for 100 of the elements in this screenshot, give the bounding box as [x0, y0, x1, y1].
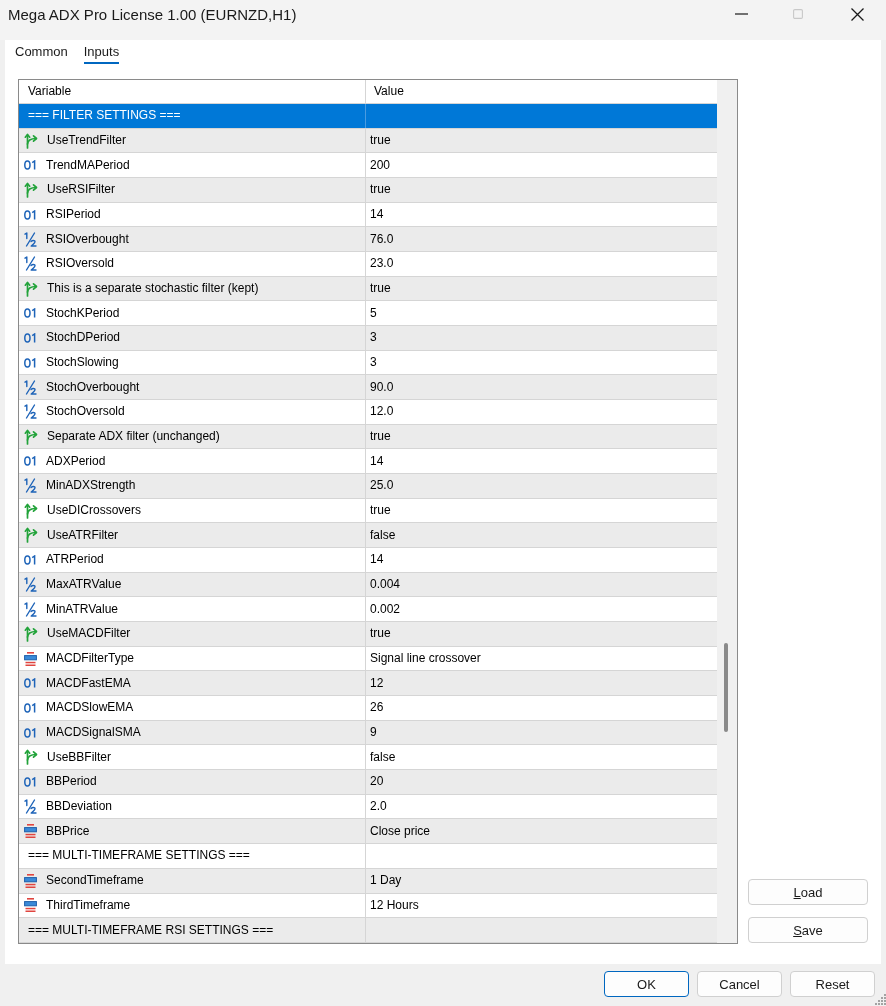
fraction-icon: [24, 231, 37, 247]
variable-name: StochSlowing: [46, 355, 119, 371]
table-row[interactable]: BBPeriod 20: [19, 770, 717, 795]
branch-arrow-icon: [24, 132, 38, 149]
scrollbar-thumb[interactable]: [724, 643, 728, 732]
table-row[interactable]: ThirdTimeframe 12 Hours: [19, 893, 717, 919]
dialog-button[interactable]: Reset: [790, 971, 875, 997]
resize-grip-icon[interactable]: [875, 993, 886, 1005]
number-icon: [24, 678, 37, 689]
number-icon: [24, 357, 37, 368]
variable-value: true: [370, 503, 391, 519]
table-row[interactable]: === MULTI-TIMEFRAME SETTINGS ===: [19, 844, 717, 869]
variable-value: 14: [370, 552, 384, 568]
table-row[interactable]: TrendMAPeriod 200: [19, 153, 717, 178]
table-row[interactable]: MACDFastEMA 12: [19, 671, 717, 697]
number-icon: [24, 554, 37, 565]
variable-name: ATRPeriod: [46, 552, 104, 568]
table-row[interactable]: MinATRValue 0.002: [19, 597, 717, 623]
column-header: Value: [373, 83, 405, 100]
variable-value: 76.0: [370, 231, 394, 247]
table-row[interactable]: StochOversold 12.0: [19, 400, 717, 425]
variable-value: 12.0: [370, 404, 394, 420]
table-row[interactable]: UseMACDFilter true: [19, 622, 717, 647]
close-button[interactable]: [851, 7, 864, 21]
variable-value: 3: [370, 355, 377, 371]
table-row[interactable]: StochDPeriod 3: [19, 326, 717, 351]
table-row[interactable]: MACDFilterType Signal line crossover: [19, 646, 717, 672]
table-row[interactable]: RSIOverbought 76.0: [19, 227, 717, 253]
table-row[interactable]: MinADXStrength 25.0: [19, 474, 717, 499]
fraction-icon: [24, 404, 37, 420]
table-row[interactable]: UseBBFilter false: [19, 745, 717, 771]
variable-value: 2.0: [370, 799, 387, 815]
variable-name: StochOversold: [46, 404, 125, 420]
table-row[interactable]: UseRSIFilter true: [19, 178, 717, 203]
side-button[interactable]: Save: [748, 917, 868, 943]
dialog-button[interactable]: OK: [604, 971, 689, 997]
section-heading: === FILTER SETTINGS ===: [28, 108, 181, 124]
variable-name: StochOverbought: [46, 379, 140, 395]
table-row[interactable]: This is a separate stochastic filter (kept) true: [19, 276, 717, 302]
variable-name: MACDSlowEMA: [46, 700, 134, 716]
number-icon: [24, 308, 37, 319]
variable-value: true: [370, 182, 391, 198]
variable-value: 12 Hours: [370, 897, 419, 913]
variable-name: StochDPeriod: [46, 330, 121, 346]
variable-name: ThirdTimeframe: [46, 897, 131, 913]
column-header: Variable: [19, 80, 366, 103]
number-icon: [24, 160, 37, 171]
variable-value: Close price: [370, 823, 431, 839]
table-row[interactable]: MACDSlowEMA 26: [19, 696, 717, 721]
table-row[interactable]: ATRPeriod 14: [19, 548, 717, 573]
variable-name: BBPeriod: [46, 774, 97, 790]
number-icon: [24, 209, 37, 220]
variable-value: 20: [370, 774, 384, 790]
variable-value: 200: [370, 157, 391, 173]
variable-value: true: [370, 626, 391, 642]
table-row[interactable]: StochKPeriod 5: [19, 301, 717, 327]
table-row[interactable]: MACDSignalSMA 9: [19, 720, 717, 746]
variable-value: 5: [370, 305, 377, 321]
table-row[interactable]: BBDeviation 2.0: [19, 794, 717, 820]
list-icon: [24, 824, 37, 839]
table-row[interactable]: Separate ADX filter (unchanged) true: [19, 424, 717, 450]
table-row[interactable]: RSIOversold 23.0: [19, 252, 717, 277]
tab[interactable]: Inputs: [83, 42, 120, 64]
number-icon: [24, 332, 37, 343]
section-heading: === MULTI-TIMEFRAME RSI SETTINGS ===: [28, 922, 274, 938]
number-icon: [24, 456, 37, 467]
scrollbar-track[interactable]: [717, 80, 737, 943]
table-row[interactable]: === MULTI-TIMEFRAME RSI SETTINGS ===: [19, 918, 717, 943]
table-row[interactable]: UseATRFilter false: [19, 523, 717, 549]
variable-name: RSIOverbought: [46, 231, 129, 247]
table-row[interactable]: ADXPeriod 14: [19, 449, 717, 475]
table-row[interactable]: UseDICrossovers true: [19, 498, 717, 524]
list-icon: [24, 898, 37, 913]
side-button[interactable]: Load: [748, 879, 868, 905]
variable-name: UseRSIFilter: [47, 182, 115, 198]
variable-name: RSIOversold: [46, 256, 115, 272]
branch-arrow-icon: [24, 502, 38, 519]
table-row[interactable]: === FILTER SETTINGS ===: [19, 104, 717, 129]
table-row[interactable]: MaxATRValue 0.004: [19, 572, 717, 598]
table-row[interactable]: SecondTimeframe 1 Day: [19, 868, 717, 894]
table-row[interactable]: RSIPeriod 14: [19, 202, 717, 228]
tab[interactable]: Common: [15, 42, 68, 64]
fraction-icon: [24, 799, 37, 815]
branch-arrow-icon: [24, 527, 38, 544]
variable-value: 14: [370, 207, 384, 222]
table-row[interactable]: BBPrice Close price: [19, 819, 717, 845]
variable-name: MinADXStrength: [46, 478, 136, 494]
number-icon: [24, 727, 37, 738]
table-row[interactable]: StochSlowing 3: [19, 350, 717, 376]
maximize-icon: [793, 9, 803, 19]
variable-value: Signal line crossover: [370, 651, 481, 667]
dialog-button[interactable]: Cancel: [697, 971, 782, 997]
fraction-icon: [24, 601, 37, 617]
table-row[interactable]: StochOverbought 90.0: [19, 375, 717, 401]
variable-name: MACDFilterType: [46, 651, 134, 667]
variable-value: 0.002: [370, 601, 401, 617]
table-row[interactable]: UseTrendFilter true: [19, 128, 717, 154]
variable-name: BBPrice: [46, 823, 90, 839]
variable-name: This is a separate stochastic filter (kept): [47, 281, 259, 297]
variable-value: true: [370, 281, 391, 297]
